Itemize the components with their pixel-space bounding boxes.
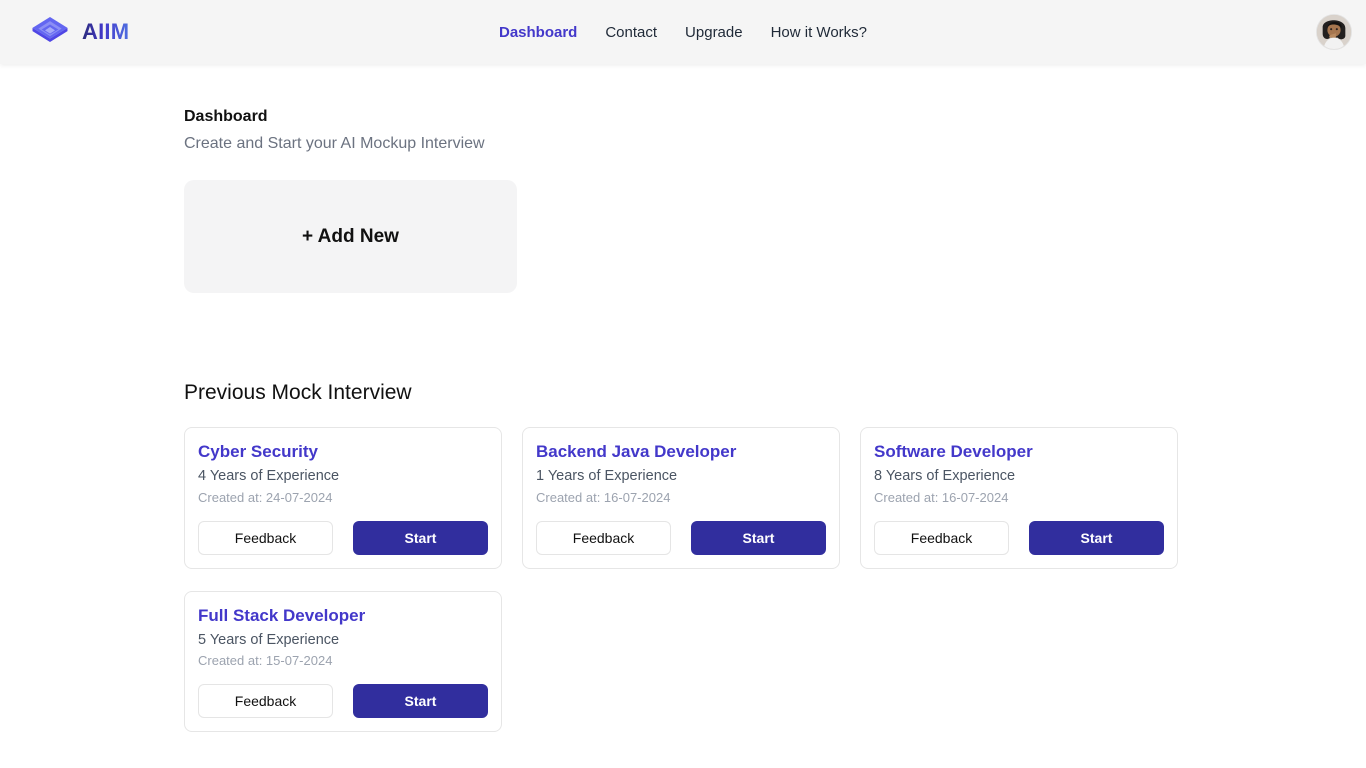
interview-created-at: Created at: 16-07-2024 [536, 489, 826, 507]
page-subtitle: Create and Start your AI Mockup Intervie… [184, 132, 1366, 156]
card-actions: Feedback Start [198, 684, 488, 718]
add-new-card[interactable]: + Add New [184, 180, 517, 293]
interview-created-at: Created at: 24-07-2024 [198, 489, 488, 507]
interview-experience: 5 Years of Experience [198, 631, 488, 651]
interview-cards-grid: Cyber Security 4 Years of Experience Cre… [184, 427, 1182, 731]
card-actions: Feedback Start [536, 521, 826, 555]
app-header: AIIM Dashboard Contact Upgrade How it Wo… [0, 0, 1366, 64]
card-actions: Feedback Start [874, 521, 1164, 555]
interview-card[interactable]: Software Developer 8 Years of Experience… [860, 427, 1178, 568]
interview-card[interactable]: Backend Java Developer 1 Years of Experi… [522, 427, 840, 568]
card-actions: Feedback Start [198, 521, 488, 555]
main-navigation: Dashboard Contact Upgrade How it Works? [499, 24, 867, 41]
interview-created-at: Created at: 15-07-2024 [198, 652, 488, 670]
avatar[interactable] [1316, 14, 1352, 50]
start-button[interactable]: Start [691, 521, 826, 555]
interview-card[interactable]: Full Stack Developer 5 Years of Experien… [184, 591, 502, 732]
main-content: Dashboard Create and Start your AI Mocku… [0, 64, 1366, 732]
interview-title: Cyber Security [198, 441, 488, 463]
feedback-button[interactable]: Feedback [874, 521, 1009, 555]
nav-item-upgrade[interactable]: Upgrade [685, 24, 743, 41]
nav-item-contact[interactable]: Contact [605, 24, 657, 41]
start-button[interactable]: Start [353, 684, 488, 718]
interview-experience: 1 Years of Experience [536, 467, 826, 487]
brand-name: AIIM [82, 19, 129, 45]
layers-icon [30, 12, 70, 52]
interview-experience: 8 Years of Experience [874, 467, 1164, 487]
add-new-label: + Add New [302, 226, 399, 248]
feedback-button[interactable]: Feedback [198, 684, 333, 718]
feedback-button[interactable]: Feedback [198, 521, 333, 555]
interview-title: Full Stack Developer [198, 605, 488, 627]
interview-card[interactable]: Cyber Security 4 Years of Experience Cre… [184, 427, 502, 568]
interview-experience: 4 Years of Experience [198, 467, 488, 487]
interview-created-at: Created at: 16-07-2024 [874, 489, 1164, 507]
start-button[interactable]: Start [353, 521, 488, 555]
section-title: Previous Mock Interview [184, 381, 1366, 405]
nav-item-dashboard[interactable]: Dashboard [499, 24, 577, 41]
brand[interactable]: AIIM [30, 12, 129, 52]
interview-title: Software Developer [874, 441, 1164, 463]
interview-title: Backend Java Developer [536, 441, 826, 463]
start-button[interactable]: Start [1029, 521, 1164, 555]
nav-item-how-it-works[interactable]: How it Works? [771, 24, 867, 41]
page-title: Dashboard [184, 106, 1366, 128]
feedback-button[interactable]: Feedback [536, 521, 671, 555]
